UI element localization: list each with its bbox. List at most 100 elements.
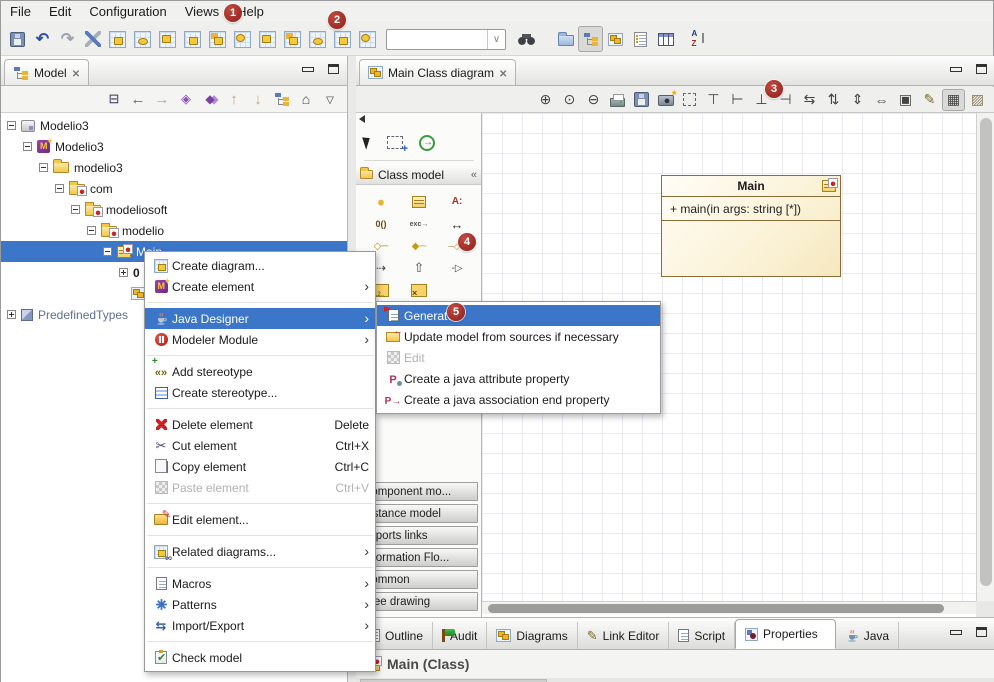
class-tool-icon[interactable] xyxy=(412,196,426,208)
create-diagram-button-4[interactable] xyxy=(180,26,205,52)
link-tool-icon[interactable] xyxy=(419,135,435,151)
selection-box-button[interactable] xyxy=(678,89,701,111)
page-pattern-button[interactable] xyxy=(966,89,989,111)
palette-section-class-model[interactable]: Class model xyxy=(356,165,481,185)
menu-views[interactable]: Views xyxy=(176,1,228,23)
view-menu-button[interactable] xyxy=(319,88,341,110)
select-tool-icon[interactable] xyxy=(362,135,373,150)
exception-tool-icon[interactable] xyxy=(408,214,430,234)
align-top-button[interactable] xyxy=(702,89,725,111)
style-brush-button[interactable] xyxy=(918,89,941,111)
menu-file[interactable]: File xyxy=(1,1,40,23)
create-diagram-button-2[interactable] xyxy=(130,26,155,52)
tree-item-com[interactable]: com xyxy=(1,178,347,199)
move-down-button[interactable] xyxy=(247,88,269,110)
maximize-icon[interactable] xyxy=(976,64,987,74)
create-diagram-button-1[interactable] xyxy=(105,26,130,52)
align-left-button[interactable] xyxy=(726,89,749,111)
model-view-button[interactable] xyxy=(578,26,603,52)
palette-collapse-icon[interactable] xyxy=(359,115,365,123)
menu-item-import-export[interactable]: Import/Export xyxy=(145,615,375,636)
save-button[interactable] xyxy=(5,26,30,52)
home-button[interactable] xyxy=(295,88,317,110)
related-prev-button[interactable] xyxy=(175,88,197,110)
minimize-icon[interactable] xyxy=(950,630,962,635)
zoom-actual-button[interactable] xyxy=(558,89,581,111)
expand-expander-icon[interactable] xyxy=(119,268,128,277)
navigate-forward-button[interactable] xyxy=(151,88,173,110)
print-button[interactable] xyxy=(606,89,629,111)
palette-section-instance-model[interactable]: Instance model xyxy=(358,504,478,523)
save-diagram-button[interactable] xyxy=(630,89,653,111)
create-diagram-button-7[interactable] xyxy=(255,26,280,52)
palette-section-common[interactable]: Common xyxy=(358,570,478,589)
tab-diagrams[interactable]: Diagrams xyxy=(487,622,577,649)
navigate-back-button[interactable] xyxy=(127,88,149,110)
tree-item-project[interactable]: Modelio3 xyxy=(1,115,347,136)
move-up-button[interactable] xyxy=(223,88,245,110)
menu-item-create-diagram[interactable]: Create diagram... xyxy=(145,255,375,276)
expand-expander-icon[interactable] xyxy=(7,310,16,319)
submenu-item-generate[interactable]: Generate xyxy=(377,305,660,326)
tab-audit[interactable]: Audit xyxy=(433,622,487,649)
menu-item-check-model[interactable]: Check model xyxy=(145,647,375,668)
create-diagram-button-5[interactable] xyxy=(205,26,230,52)
create-diagram-button-11[interactable] xyxy=(355,26,380,52)
create-diagram-button-3[interactable] xyxy=(155,26,180,52)
tab-link-editor[interactable]: Link Editor xyxy=(578,622,670,649)
redo-button[interactable] xyxy=(55,26,80,52)
minimize-icon[interactable] xyxy=(302,67,314,72)
same-height-button[interactable] xyxy=(846,89,869,111)
menu-item-copy-element[interactable]: Copy element Ctrl+C xyxy=(145,456,375,477)
operation-tool-icon[interactable] xyxy=(370,214,392,234)
list-view-button[interactable] xyxy=(628,26,653,52)
collapse-expander-icon[interactable] xyxy=(7,121,16,130)
menu-item-create-stereotype[interactable]: Create stereotype... xyxy=(145,382,375,403)
center-vertical-button[interactable] xyxy=(822,89,845,111)
diagram-view-button[interactable] xyxy=(603,26,628,52)
collapse-expander-icon[interactable] xyxy=(87,226,96,235)
tree-item-modelio3-folder[interactable]: modelio3 xyxy=(1,157,347,178)
menu-item-java-designer[interactable]: Java Designer xyxy=(145,308,375,329)
properties-scroll-strip[interactable] xyxy=(356,678,994,682)
submenu-item-create-java-attribute[interactable]: Create a java attribute property xyxy=(377,368,660,389)
palette-section-imports-links[interactable]: Imports links xyxy=(358,526,478,545)
zoom-in-button[interactable] xyxy=(534,89,557,111)
zoom-out-button[interactable] xyxy=(582,89,605,111)
menu-edit[interactable]: Edit xyxy=(40,1,80,23)
menu-configuration[interactable]: Configuration xyxy=(80,1,175,23)
collapse-expander-icon[interactable] xyxy=(71,205,80,214)
snapshot-button[interactable] xyxy=(654,89,677,111)
submenu-item-update-model[interactable]: Update model from sources if necessary xyxy=(377,326,660,347)
menu-item-related-diagrams[interactable]: Related diagrams... xyxy=(145,541,375,562)
qualifier-tool-icon[interactable] xyxy=(411,284,427,297)
tab-model[interactable]: Model xyxy=(4,59,89,85)
association-tool-icon[interactable] xyxy=(446,214,468,234)
collapse-expander-icon[interactable] xyxy=(55,184,64,193)
related-next-button[interactable] xyxy=(199,88,221,110)
menu-item-delete-element[interactable]: Delete element Delete xyxy=(145,414,375,435)
tree-item-modeliosoft[interactable]: modeliosoft xyxy=(1,199,347,220)
composition-tool-icon[interactable] xyxy=(408,236,430,256)
horizontal-scrollbar[interactable] xyxy=(482,601,976,614)
marquee-tool-icon[interactable] xyxy=(387,136,403,149)
maximize-icon[interactable] xyxy=(328,64,339,74)
maximize-icon[interactable] xyxy=(976,627,987,637)
create-diagram-button-9[interactable] xyxy=(305,26,330,52)
vscroll-thumb[interactable] xyxy=(980,118,992,586)
palette-section-free-drawing[interactable]: Free drawing xyxy=(358,592,478,611)
vertical-scrollbar[interactable] xyxy=(976,113,994,601)
class-box-main[interactable]: Main + main(in args: string [*]) xyxy=(661,175,841,277)
tab-script[interactable]: Script xyxy=(669,622,735,649)
combo-dropdown-icon[interactable] xyxy=(487,30,505,49)
tab-properties[interactable]: Properties xyxy=(735,619,836,649)
palette-section-information-flows[interactable]: Information Flo... xyxy=(358,548,478,567)
fit-size-button[interactable] xyxy=(894,89,917,111)
instance-tool-icon[interactable] xyxy=(370,192,392,212)
create-diagram-button-10[interactable] xyxy=(330,26,355,52)
hierarchy-button[interactable] xyxy=(271,88,293,110)
menu-item-modeler-module[interactable]: Modeler Module xyxy=(145,329,375,350)
close-icon[interactable] xyxy=(499,66,507,80)
palette-section-component-model[interactable]: Component mo... xyxy=(358,482,478,501)
pin-chevrons-icon[interactable] xyxy=(471,169,477,181)
